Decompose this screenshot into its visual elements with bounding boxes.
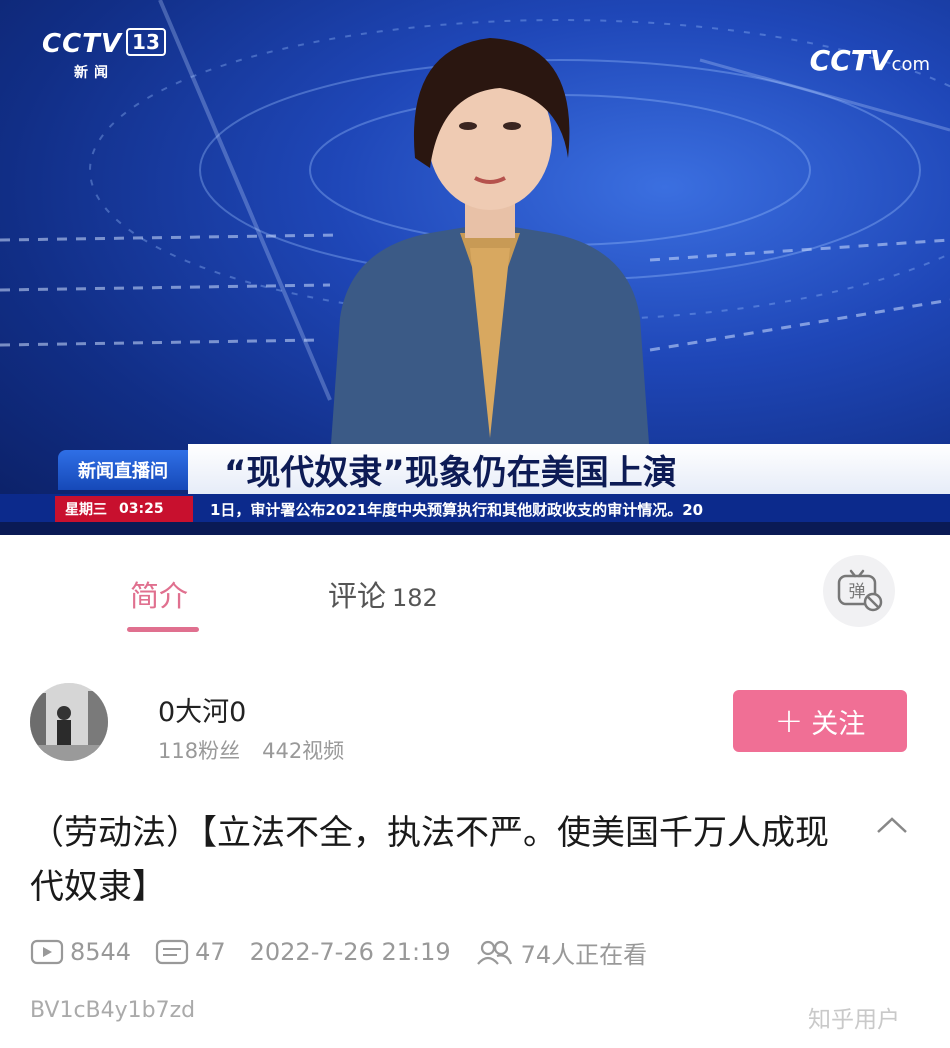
uploader-avatar[interactable] [30, 683, 108, 761]
svg-text:弹: 弹 [849, 582, 866, 602]
ticker-footer [0, 522, 950, 535]
tab-comments-label: 评论 [328, 579, 387, 613]
video-meta: 8544 47 2022-7-26 21:19 74人正在看 [30, 934, 671, 970]
plus-icon: + [774, 701, 804, 741]
follow-button[interactable]: + 关注 [733, 690, 907, 752]
program-tag: 新闻直播间 [58, 450, 188, 490]
comments-count: 182 [392, 584, 438, 612]
news-lower-third: 新闻直播间 “现代奴隶”现象仍在美国上演 星期三 03:25 1日，审计署公布20… [0, 444, 950, 535]
video-player[interactable]: CCTV 13 新闻 CCTVcom 新闻直播间 “现代奴隶”现象仍在美国上演 星… [0, 0, 950, 535]
cctv-com-logo: CCTVcom [809, 44, 930, 77]
play-icon [30, 938, 64, 966]
danmaku-icon [155, 938, 189, 966]
tab-intro[interactable]: 简介 [130, 573, 188, 615]
follow-label: 关注 [811, 708, 866, 740]
news-headline: “现代奴隶”现象仍在美国上演 [188, 444, 950, 494]
publish-datetime: 2022-7-26 21:19 [249, 938, 451, 966]
news-ticker: 1日，审计署公布2021年度中央预算执行和其他财政收支的审计情况。20 [210, 500, 704, 519]
collapse-toggle[interactable] [872, 810, 912, 840]
danmaku-toggle-icon: 弹 [837, 569, 883, 612]
viewers-icon [475, 938, 515, 966]
cctv13-logo: CCTV 13 新闻 [42, 28, 166, 81]
video-title: （劳动法）【立法不全，执法不严。使美国千万人成现代奴隶】 [30, 813, 829, 907]
danmaku-count: 47 [155, 938, 226, 966]
news-anchor-figure [330, 38, 650, 458]
tab-comments[interactable]: 评论 182 [328, 573, 438, 615]
follower-count: 118粉丝 [158, 739, 241, 763]
active-tab-indicator [127, 627, 199, 632]
danmaku-toggle-button[interactable]: 弹 [823, 555, 895, 627]
chevron-up-icon [877, 817, 907, 833]
play-count: 8544 [30, 938, 131, 966]
video-count: 442视频 [262, 739, 345, 763]
broadcast-clock: 星期三 03:25 [55, 496, 193, 522]
video-tabs: 简介 评论 182 弹 [0, 535, 950, 660]
uploader-name[interactable]: 0大河0 [158, 690, 246, 729]
uploader-stats: 118粉丝 442视频 [158, 735, 344, 765]
zhihu-watermark: 知乎用户 [808, 1007, 900, 1033]
bv-id: BV1cB4y1b7zd [30, 998, 196, 1023]
avatar-image [30, 683, 108, 761]
watching-now: 74人正在看 [475, 935, 647, 970]
